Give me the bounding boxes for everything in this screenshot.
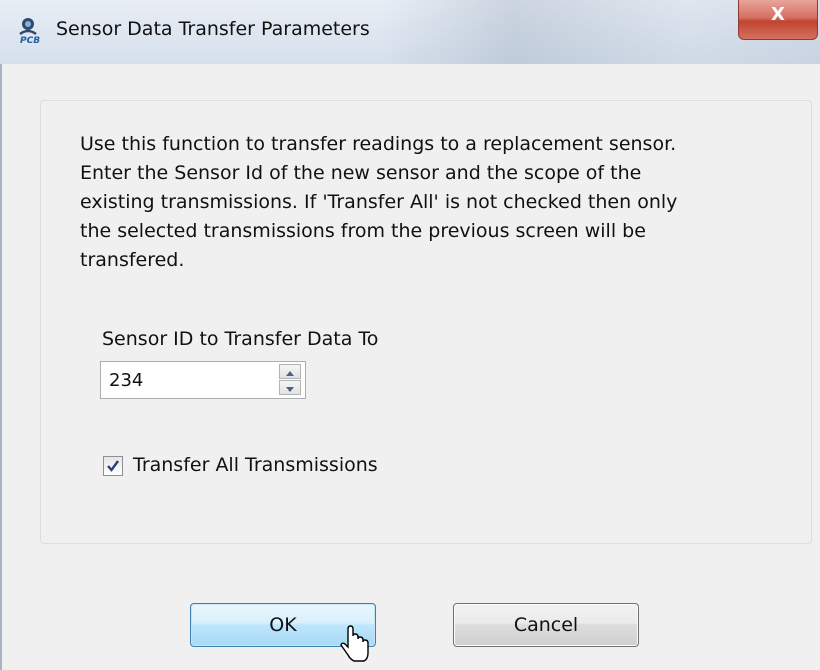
triangle-up-icon	[286, 371, 294, 376]
close-icon: X	[771, 4, 785, 25]
svg-text:PCB: PCB	[20, 36, 40, 44]
window-title: Sensor Data Transfer Parameters	[56, 18, 370, 40]
triangle-down-icon	[286, 387, 294, 392]
cancel-button[interactable]: Cancel	[453, 603, 639, 647]
window-frame-left	[0, 64, 2, 670]
app-sensor-icon: PCB	[16, 16, 44, 46]
stepper-buttons	[279, 364, 303, 396]
title-bar[interactable]: PCB Sensor Data Transfer Parameters X	[0, 0, 820, 64]
checkmark-icon	[107, 460, 119, 472]
stepper-down-button[interactable]	[279, 380, 301, 395]
transfer-all-label[interactable]: Transfer All Transmissions	[133, 454, 378, 476]
instructions-text: Use this function to transfer readings t…	[80, 133, 678, 271]
close-button[interactable]: X	[738, 0, 818, 40]
sensor-id-stepper[interactable]: 234	[100, 361, 306, 399]
hand-pointer-cursor-icon	[340, 625, 369, 662]
sensor-id-value[interactable]: 234	[109, 370, 143, 391]
dialog-window: PCB Sensor Data Transfer Parameters X Us…	[0, 0, 820, 670]
transfer-all-checkbox[interactable]	[103, 456, 123, 476]
stepper-up-button[interactable]	[279, 364, 301, 379]
sensor-id-label: Sensor ID to Transfer Data To	[102, 328, 379, 350]
